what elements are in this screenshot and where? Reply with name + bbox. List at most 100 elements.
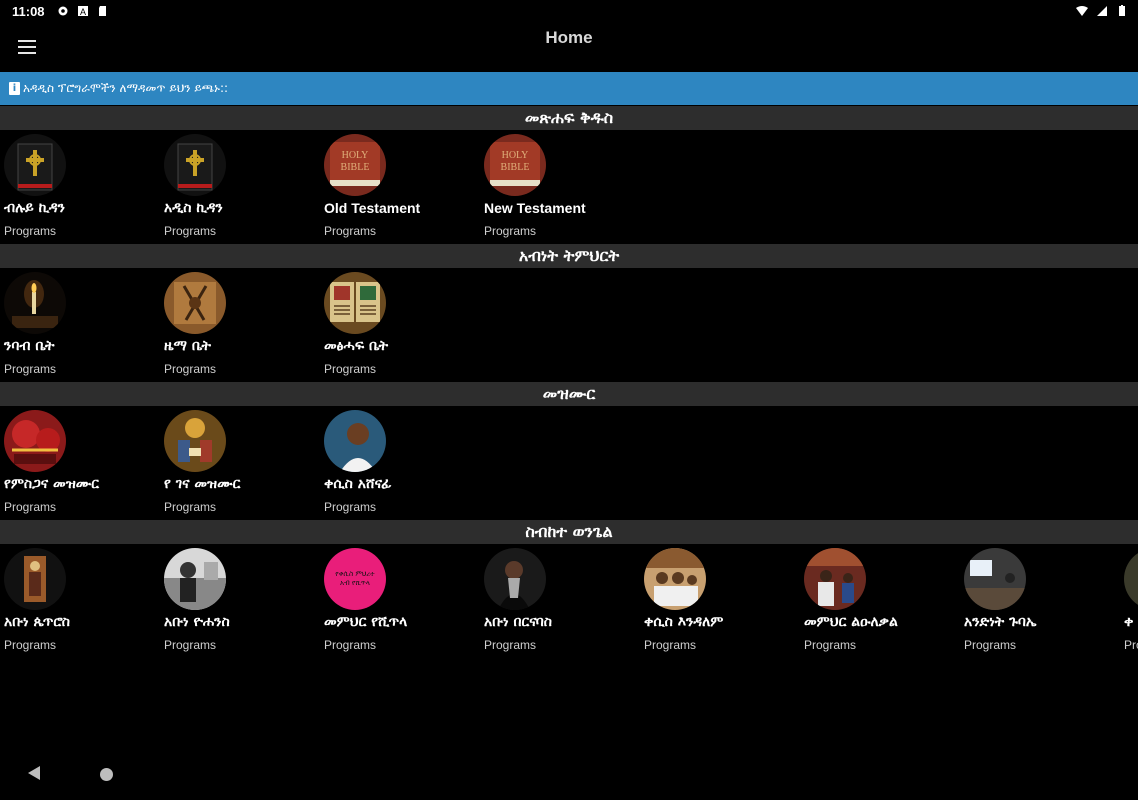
banner-text: አዳዲስ ፕሮግራሞችን ለማዳመጥ ይህን ይጫኑ::: [23, 81, 229, 95]
page-title: Home: [545, 28, 593, 47]
program-title: አንድነት ጉባኤ: [964, 614, 1037, 630]
section-header-gospel-preaching: ስብከተ ወንጌል: [0, 520, 1138, 544]
program-subtitle: Programs: [164, 224, 217, 238]
pink-text-thumbnail: የቀሲስ ምህረተ አብ የሺጥላ: [324, 548, 386, 610]
program-title: አቡነ ጴጥሮስ: [4, 614, 70, 630]
program-title: የምስጋና መዝሙር: [4, 476, 99, 492]
program-title: መምህር የሺጥላ: [324, 614, 408, 630]
program-subtitle: Programs: [4, 362, 57, 376]
thumbnail-text: የቀሲስ ምህረተ አብ የሺጥላ: [335, 570, 375, 587]
program-subtitle: Programs: [324, 224, 377, 238]
red-umbrella-thumbnail: [4, 410, 66, 472]
bishop-thumbnail: [484, 548, 546, 610]
svg-text:BIBLE: BIBLE: [501, 162, 530, 173]
section-row-hymns: የምስጋና መዝሙር Programs የ ገና መዝሙር Programs ቀ…: [0, 406, 1138, 520]
candle-thumbnail: [4, 272, 66, 334]
info-icon: i: [9, 82, 20, 95]
program-title: አቡነ ዮሐንስ: [164, 614, 230, 630]
program-title: ዜማ ቤት: [164, 338, 211, 354]
system-nav-bar: [0, 750, 1138, 800]
section-row-traditional-school: ንባብ ቤት Programs ዜማ ቤት Programs መፅሓፍ ቤት P…: [0, 268, 1138, 382]
program-subtitle: Programs: [644, 638, 697, 652]
cross-book-thumbnail: [164, 134, 226, 196]
new-programs-banner[interactable]: i አዳዲስ ፕሮግራሞችን ለማዳመጥ ይህን ይጫኑ::: [0, 72, 1138, 105]
program-subtitle: Programs: [164, 362, 217, 376]
program-subtitle: Programs: [164, 638, 217, 652]
program-card[interactable]: ብሉይ ኪዳን Programs: [0, 130, 160, 244]
program-title: New Testament: [484, 200, 586, 216]
program-card[interactable]: ንባብ ቤት Programs: [0, 268, 160, 382]
home-circle-icon[interactable]: [100, 768, 113, 781]
svg-text:BIBLE: BIBLE: [341, 162, 370, 173]
program-card[interactable]: አቡነ ጴጥሮስ Programs: [0, 544, 160, 658]
program-title: አዲስ ኪዳን: [164, 200, 223, 216]
program-subtitle: Programs: [484, 224, 537, 238]
preacher-thumbnail: [804, 548, 866, 610]
program-subtitle: Programs: [324, 500, 377, 514]
icon-painting-thumbnail: [4, 548, 66, 610]
section-row-bible: ብሉይ ኪዳን Programs አዲስ ኪዳን Programs HOLY B…: [0, 130, 1138, 244]
program-subtitle: Programs: [484, 638, 537, 652]
program-card[interactable]: መምህር ልዑለቃል Programs: [800, 544, 960, 658]
program-title: መፅሓፍ ቤት: [324, 338, 389, 354]
back-triangle-icon[interactable]: [28, 766, 40, 780]
program-card[interactable]: አቡነ በርናባስ Programs: [480, 544, 640, 658]
program-title: ቀ: [1124, 614, 1134, 630]
program-card[interactable]: ቀሲስ እንዳለም Programs: [640, 544, 800, 658]
program-card[interactable]: ቀ Programs: [1120, 544, 1138, 658]
section-header-traditional-school: አብነት ትምህርት: [0, 244, 1138, 268]
program-title: ብሉይ ኪዳን: [4, 200, 65, 216]
program-card[interactable]: HOLY BIBLE New Testament Programs: [480, 130, 640, 244]
signal-icon: [1097, 6, 1107, 16]
drum-thumbnail: [164, 272, 226, 334]
program-card[interactable]: መፅሓፍ ቤት Programs: [320, 268, 480, 382]
program-card[interactable]: አቡነ ዮሐንስ Programs: [160, 544, 320, 658]
program-card[interactable]: ቀሲስ አሸናፊ Programs: [320, 406, 480, 520]
program-subtitle: Programs: [164, 500, 217, 514]
cross-book-thumbnail: [4, 134, 66, 196]
program-subtitle: Programs: [4, 638, 57, 652]
sd-card-icon: [98, 6, 106, 16]
status-time: 11:08: [12, 3, 45, 19]
program-card[interactable]: HOLY BIBLE Old Testament Programs: [320, 130, 480, 244]
program-subtitle: Programs: [4, 224, 57, 238]
svg-text:HOLY: HOLY: [342, 150, 369, 161]
program-title: የ ገና መዝሙር: [164, 476, 241, 492]
program-card[interactable]: አንድነት ጉባኤ Programs: [960, 544, 1120, 658]
program-title: አቡነ በርናባስ: [484, 614, 552, 630]
svg-text:A: A: [80, 7, 86, 17]
nativity-thumbnail: [164, 410, 226, 472]
portrait-thumbnail: [324, 410, 386, 472]
manuscript-thumbnail: [324, 272, 386, 334]
a-icon: A: [77, 6, 88, 17]
program-card[interactable]: የምስጋና መዝሙር Programs: [0, 406, 160, 520]
program-subtitle: Programs: [4, 500, 57, 514]
svg-text:HOLY: HOLY: [502, 150, 529, 161]
program-card[interactable]: የ ገና መዝሙር Programs: [160, 406, 320, 520]
program-title: መምህር ልዑለቃል: [804, 614, 898, 630]
program-subtitle: Programs: [324, 638, 377, 652]
hall-thumbnail: [964, 548, 1026, 610]
program-subtitle: Programs: [964, 638, 1017, 652]
program-subtitle: Programs: [804, 638, 857, 652]
section-header-hymns: መዝሙር: [0, 382, 1138, 406]
program-title: ንባብ ቤት: [4, 338, 55, 354]
holy-bible-thumbnail: HOLY BIBLE: [324, 134, 386, 196]
program-title: Old Testament: [324, 200, 421, 216]
wifi-icon: [1076, 6, 1088, 16]
status-bar: 11:08 A: [0, 0, 1138, 22]
holy-bible-thumbnail: HOLY BIBLE: [484, 134, 546, 196]
bw-photo-thumbnail: [164, 548, 226, 610]
program-title: ቀሲስ አሸናፊ: [324, 476, 392, 492]
gear-icon: [58, 6, 68, 16]
app-bar: Home: [0, 22, 1138, 70]
program-card[interactable]: ዜማ ቤት Programs: [160, 268, 320, 382]
program-card[interactable]: የቀሲስ ምህረተ አብ የሺጥላ መምህር የሺጥላ Programs: [320, 544, 480, 658]
program-card[interactable]: አዲስ ኪዳን Programs: [160, 130, 320, 244]
partial-thumbnail: [1124, 548, 1138, 610]
program-title: ቀሲስ እንዳለም: [644, 614, 724, 630]
program-subtitle: Programs: [324, 362, 377, 376]
battery-icon: [1119, 5, 1125, 16]
section-row-gospel-preaching: አቡነ ጴጥሮስ Programs አቡነ ዮሐንስ Programs የቀሲስ…: [0, 544, 1138, 658]
program-subtitle: Programs: [1124, 638, 1138, 652]
